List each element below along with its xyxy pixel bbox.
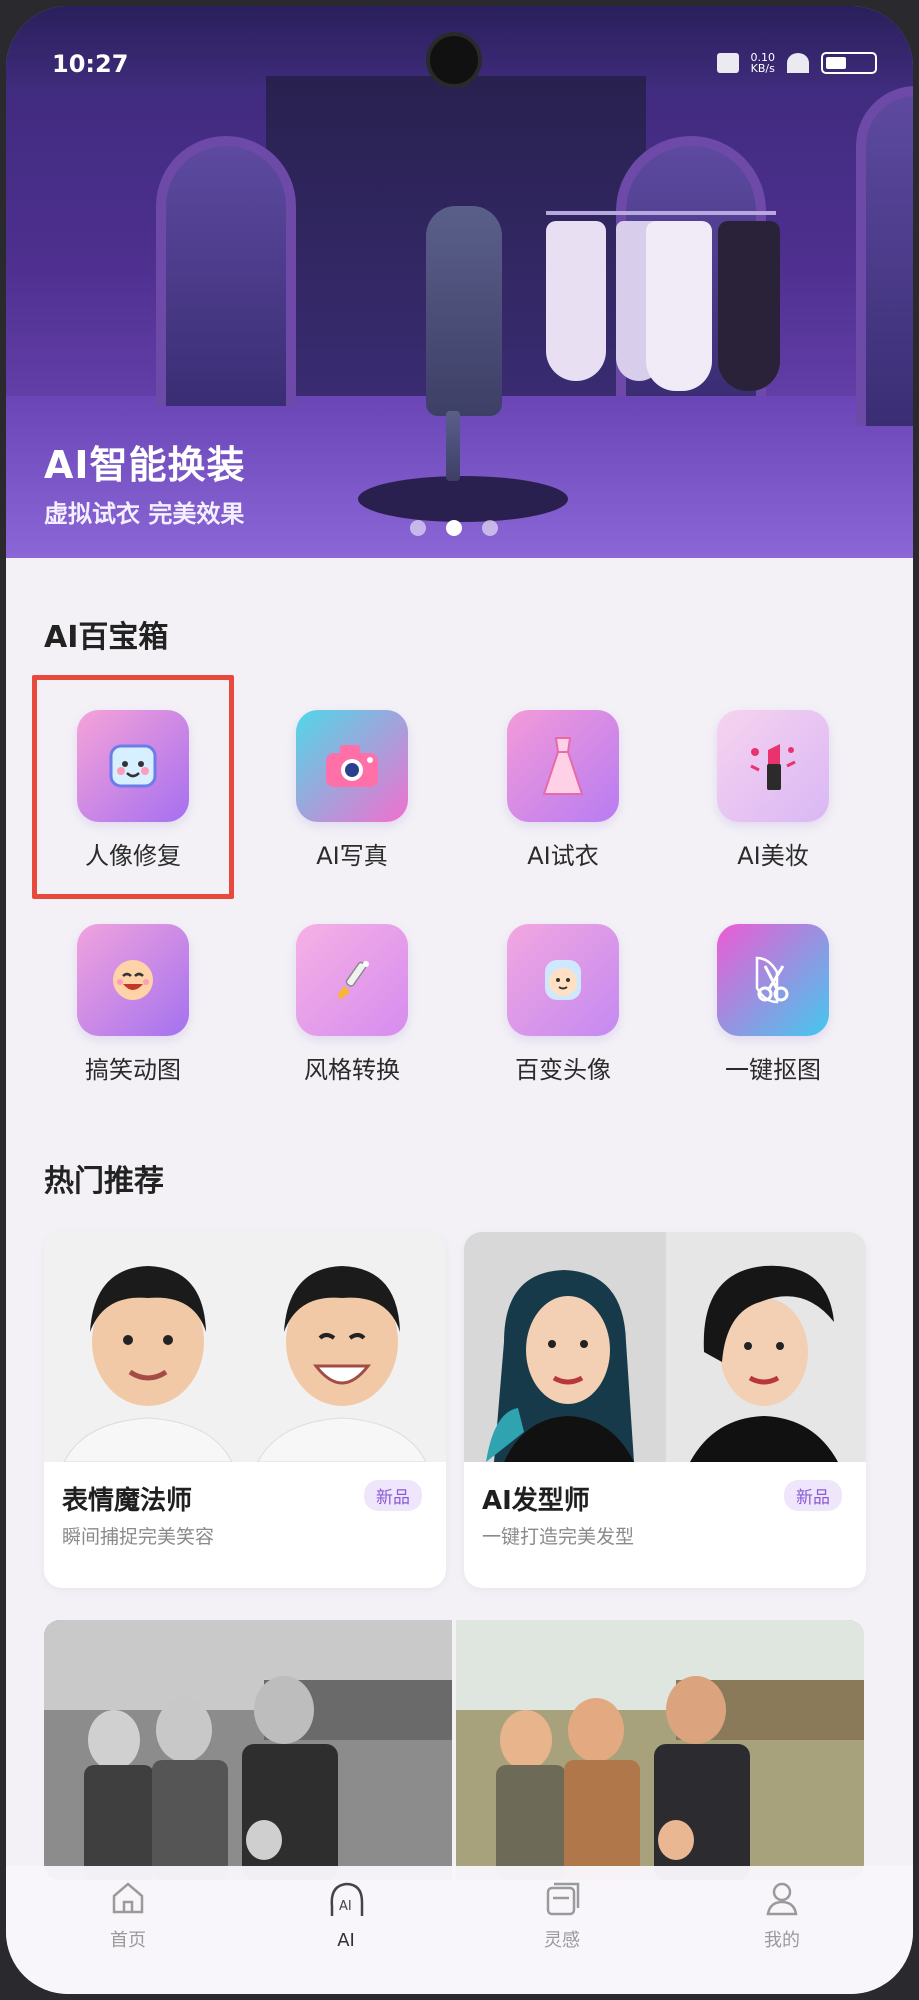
card-description: 瞬间捕捉完美笑容	[62, 1526, 215, 1548]
tool-portrait-restore[interactable]: 人像修复	[63, 710, 203, 871]
tool-label: AI写真	[316, 842, 388, 870]
pager-dot-active[interactable]	[446, 520, 462, 536]
card-photo-faces	[464, 1232, 866, 1462]
bottom-nav: 首页 AI AI 灵感 我的	[6, 1866, 913, 1994]
tool-label: 人像修复	[85, 842, 181, 870]
tool-cutout[interactable]: 一键抠图	[703, 924, 843, 1085]
hero-subtitle: 虚拟试衣 完美效果	[44, 500, 245, 528]
nav-label: 首页	[110, 1930, 146, 1951]
nav-profile[interactable]: 我的	[722, 1878, 842, 1952]
app-screen: 10:27 0.10 KB/s AI智能换装 虚拟试衣 完美效果 AI百宝箱 人像…	[6, 6, 913, 1994]
lipstick-icon	[717, 710, 829, 822]
hero-mannequin	[426, 206, 502, 416]
camera-cutout	[426, 32, 482, 88]
new-badge: 新品	[784, 1480, 842, 1511]
svg-text:AI: AI	[339, 1899, 352, 1914]
nav-ai[interactable]: AI AI	[286, 1878, 406, 1951]
hero-mannequin-stand	[446, 411, 460, 481]
nav-home[interactable]: 首页	[68, 1878, 188, 1952]
battery-icon	[821, 52, 877, 74]
card-title: 表情魔法师	[62, 1486, 193, 1516]
hero-dress-4	[718, 221, 780, 391]
nfc-icon	[716, 53, 739, 73]
pager-dot[interactable]	[410, 520, 426, 536]
user-icon	[766, 1882, 798, 1916]
toolbox-title: AI百宝箱	[44, 620, 169, 655]
tool-avatar-change[interactable]: 百变头像	[493, 924, 633, 1085]
hero-dress-1	[546, 221, 606, 381]
tool-ai-portrait[interactable]: AI写真	[282, 710, 422, 871]
tool-label: 搞笑动图	[85, 1056, 181, 1084]
face-emoji-icon	[77, 710, 189, 822]
hero-right-arch	[856, 86, 913, 426]
wifi-icon	[787, 53, 809, 73]
pager-dot[interactable]	[482, 520, 498, 536]
baby-face-icon	[507, 924, 619, 1036]
hero-pager[interactable]	[410, 520, 498, 536]
dress-icon	[507, 710, 619, 822]
home-icon	[112, 1882, 144, 1914]
status-time: 10:27	[52, 50, 129, 78]
tool-label: AI试衣	[527, 842, 599, 870]
hero-pedestal	[358, 476, 568, 522]
hero-title: AI智能换装	[44, 443, 246, 487]
hero-banner[interactable]: 10:27 0.10 KB/s AI智能换装 虚拟试衣 完美效果	[6, 6, 913, 558]
cards-icon	[546, 1882, 580, 1916]
tool-ai-makeup[interactable]: AI美妆	[703, 710, 843, 871]
card-photo	[464, 1232, 866, 1462]
laughing-face-icon	[77, 924, 189, 1036]
hero-clothes-rack	[546, 211, 776, 215]
card-photo-faces	[44, 1232, 446, 1462]
tool-label: 风格转换	[304, 1056, 400, 1084]
tool-style-transfer[interactable]: 风格转换	[282, 924, 422, 1085]
hero-dress-3	[646, 221, 712, 391]
hero-mirror-arch	[156, 136, 296, 406]
card-photo	[44, 1232, 446, 1462]
tool-label: 百变头像	[515, 1056, 611, 1084]
nav-label: 我的	[764, 1930, 800, 1951]
tool-label: 一键抠图	[725, 1056, 821, 1084]
nav-label: AI	[337, 1930, 355, 1951]
card-title: AI发型师	[482, 1486, 590, 1516]
photo-restore-preview[interactable]	[44, 1620, 864, 1880]
net-speed: 0.10 KB/s	[750, 51, 776, 75]
tool-label: AI美妆	[737, 842, 809, 870]
phone-frame: 10:27 0.10 KB/s AI智能换装 虚拟试衣 完美效果 AI百宝箱 人像…	[0, 0, 919, 2000]
paintbrush-icon	[296, 924, 408, 1036]
new-badge: 新品	[364, 1480, 422, 1511]
ai-head-icon: AI	[330, 1882, 364, 1916]
status-icons: 0.10 KB/s	[716, 51, 877, 75]
card-description: 一键打造完美发型	[482, 1526, 635, 1548]
tool-funny-gif[interactable]: 搞笑动图	[63, 924, 203, 1085]
card-expression-magician[interactable]: 表情魔法师 瞬间捕捉完美笑容 新品	[44, 1232, 446, 1588]
card-ai-hairstylist[interactable]: AI发型师 一键打造完美发型 新品	[464, 1232, 866, 1588]
photo-restore-images	[44, 1620, 864, 1880]
nav-label: 灵感	[544, 1930, 580, 1951]
recommendations-title: 热门推荐	[44, 1164, 164, 1199]
scissors-icon	[717, 924, 829, 1036]
nav-inspiration[interactable]: 灵感	[502, 1878, 622, 1952]
tool-ai-tryon[interactable]: AI试衣	[493, 710, 633, 871]
camera-icon	[296, 710, 408, 822]
